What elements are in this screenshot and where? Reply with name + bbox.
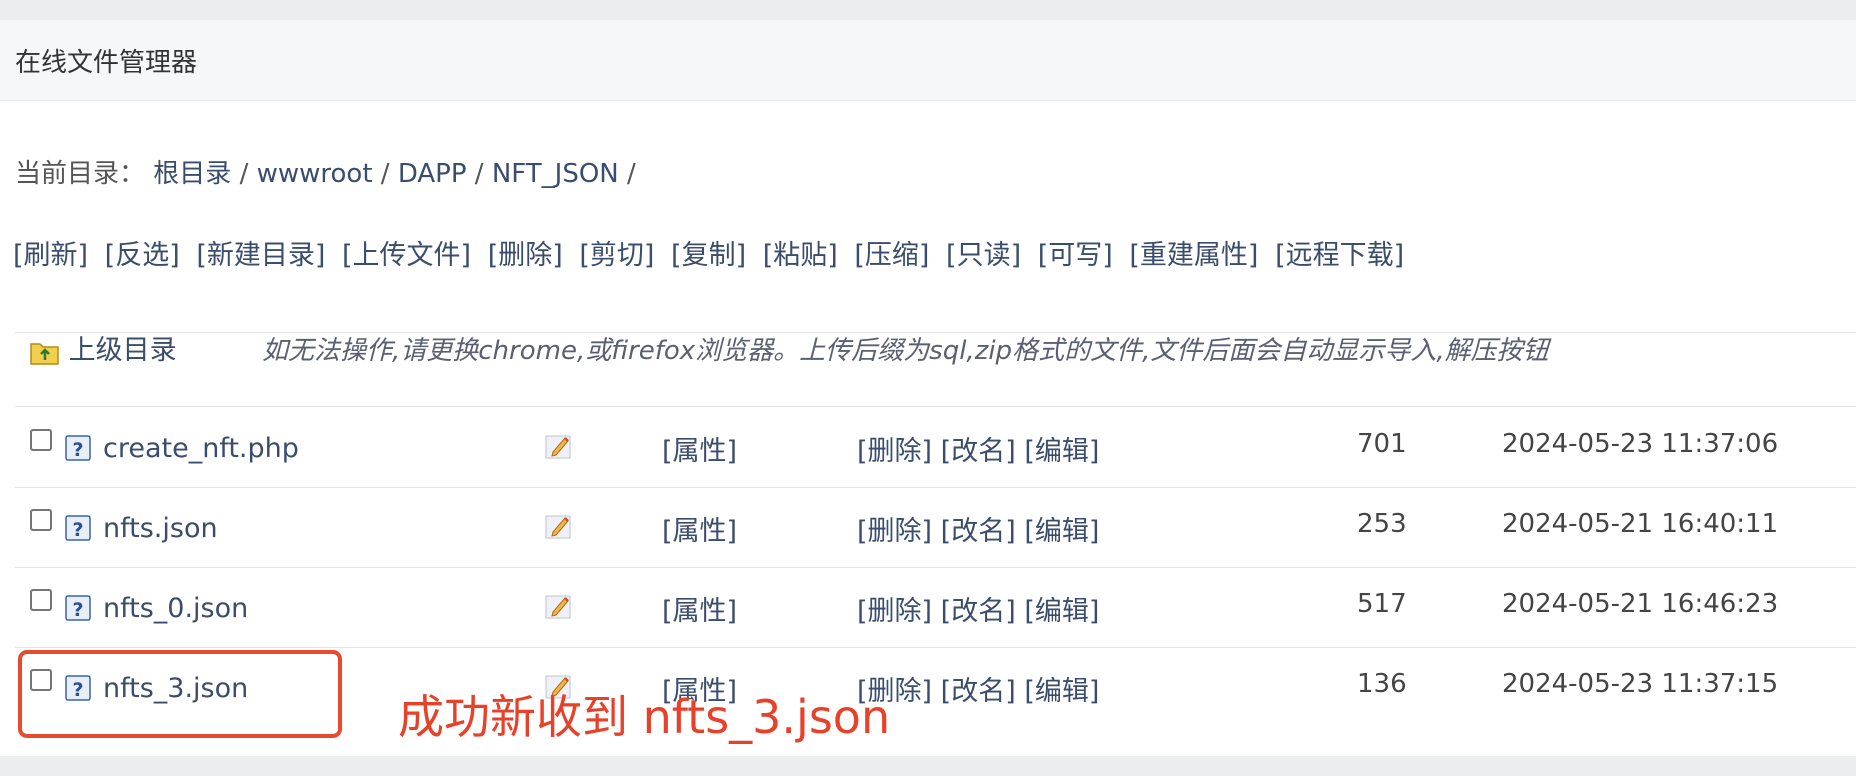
- breadcrumb-wwwroot[interactable]: wwwroot: [257, 159, 373, 189]
- table-row: ? create_nft.php [属性] [删除] [改名] [编辑] 701…: [0, 407, 1856, 487]
- svg-text:?: ?: [72, 439, 83, 461]
- refresh-button[interactable]: [刷新]: [13, 240, 88, 271]
- file-size: 517: [1357, 589, 1407, 619]
- edit-icon[interactable]: [544, 591, 574, 621]
- row-checkbox[interactable]: [30, 589, 52, 611]
- row-checkbox[interactable]: [30, 429, 52, 451]
- cut-button[interactable]: [剪切]: [579, 240, 654, 271]
- delete-link[interactable]: [删除]: [857, 436, 932, 467]
- breadcrumb-separator: /: [474, 159, 484, 189]
- file-name-link[interactable]: nfts_0.json: [103, 593, 248, 624]
- parent-dir-label: 上级目录: [68, 335, 177, 366]
- properties-link[interactable]: [属性]: [662, 429, 737, 468]
- rename-link[interactable]: [改名]: [941, 516, 1016, 547]
- compress-button[interactable]: [压缩]: [854, 240, 929, 271]
- breadcrumb-separator: /: [380, 159, 390, 189]
- unknown-file-icon: ?: [65, 515, 91, 541]
- breadcrumb-nft-json[interactable]: NFT_JSON: [492, 159, 619, 189]
- invert-selection-button[interactable]: [反选]: [105, 240, 180, 271]
- row-checkbox[interactable]: [30, 509, 52, 531]
- file-actions: [删除] [改名] [编辑]: [857, 669, 1099, 708]
- edit-link[interactable]: [编辑]: [1024, 436, 1099, 467]
- copy-button[interactable]: [复制]: [671, 240, 746, 271]
- delete-button[interactable]: [删除]: [488, 240, 563, 271]
- breadcrumb-separator: /: [239, 159, 249, 189]
- file-name-link[interactable]: nfts.json: [103, 513, 218, 544]
- toolbar: [刷新] [反选] [新建目录] [上传文件] [删除] [剪切] [复制] […: [13, 233, 1412, 272]
- remote-download-button[interactable]: [远程下载]: [1275, 240, 1404, 271]
- modified-time: 2024-05-23 11:37:15: [1502, 669, 1779, 699]
- properties-link[interactable]: [属性]: [662, 509, 737, 548]
- rename-link[interactable]: [改名]: [941, 676, 1016, 707]
- properties-link[interactable]: [属性]: [662, 589, 737, 628]
- file-actions: [删除] [改名] [编辑]: [857, 429, 1099, 468]
- read-only-button[interactable]: [只读]: [946, 240, 1021, 271]
- file-size: 701: [1357, 429, 1407, 459]
- file-actions: [删除] [改名] [编辑]: [857, 589, 1099, 628]
- upload-file-button[interactable]: [上传文件]: [342, 240, 471, 271]
- browser-notice: 如无法操作,请更换chrome,或firefox浏览器。上传后缀为sql,zip…: [262, 336, 1549, 366]
- annotation-text: 成功新收到 nfts_3.json: [398, 690, 891, 744]
- highlight-box: [18, 650, 342, 738]
- breadcrumb-prefix: 当前目录：: [15, 159, 146, 189]
- delete-link[interactable]: [删除]: [857, 516, 932, 547]
- unknown-file-icon: ?: [65, 595, 91, 621]
- rename-link[interactable]: [改名]: [941, 436, 1016, 467]
- file-size: 136: [1357, 669, 1407, 699]
- breadcrumb-root[interactable]: 根目录: [153, 159, 231, 189]
- edit-link[interactable]: [编辑]: [1024, 596, 1099, 627]
- modified-time: 2024-05-21 16:46:23: [1502, 589, 1779, 619]
- unknown-file-icon: ?: [65, 435, 91, 461]
- parent-dir-link[interactable]: 上级目录: [30, 328, 177, 367]
- svg-text:?: ?: [72, 519, 83, 541]
- paste-button[interactable]: [粘贴]: [763, 240, 838, 271]
- edit-icon[interactable]: [544, 511, 574, 541]
- rebuild-attributes-button[interactable]: [重建属性]: [1129, 240, 1258, 271]
- file-size: 253: [1357, 509, 1407, 539]
- file-actions: [删除] [改名] [编辑]: [857, 509, 1099, 548]
- breadcrumb-separator: /: [627, 159, 636, 189]
- edit-icon[interactable]: [544, 431, 574, 461]
- breadcrumb: 当前目录： 根目录 / wwwroot / DAPP / NFT_JSON /: [15, 153, 636, 190]
- svg-text:?: ?: [72, 599, 83, 621]
- edit-link[interactable]: [编辑]: [1024, 516, 1099, 547]
- folder-up-icon: [30, 342, 59, 365]
- delete-link[interactable]: [删除]: [857, 596, 932, 627]
- writable-button[interactable]: [可写]: [1038, 240, 1113, 271]
- page-title: 在线文件管理器: [15, 48, 198, 78]
- modified-time: 2024-05-23 11:37:06: [1502, 429, 1779, 459]
- new-folder-button[interactable]: [新建目录]: [196, 240, 325, 271]
- table-row: ? nfts_0.json [属性] [删除] [改名] [编辑] 517 20…: [0, 567, 1856, 647]
- file-name-link[interactable]: create_nft.php: [103, 433, 299, 464]
- breadcrumb-dapp[interactable]: DAPP: [398, 159, 467, 189]
- table-row: ? nfts.json [属性] [删除] [改名] [编辑] 253 2024…: [0, 487, 1856, 567]
- modified-time: 2024-05-21 16:40:11: [1502, 509, 1779, 539]
- rename-link[interactable]: [改名]: [941, 596, 1016, 627]
- edit-link[interactable]: [编辑]: [1024, 676, 1099, 707]
- panel-header: 在线文件管理器: [0, 20, 1856, 101]
